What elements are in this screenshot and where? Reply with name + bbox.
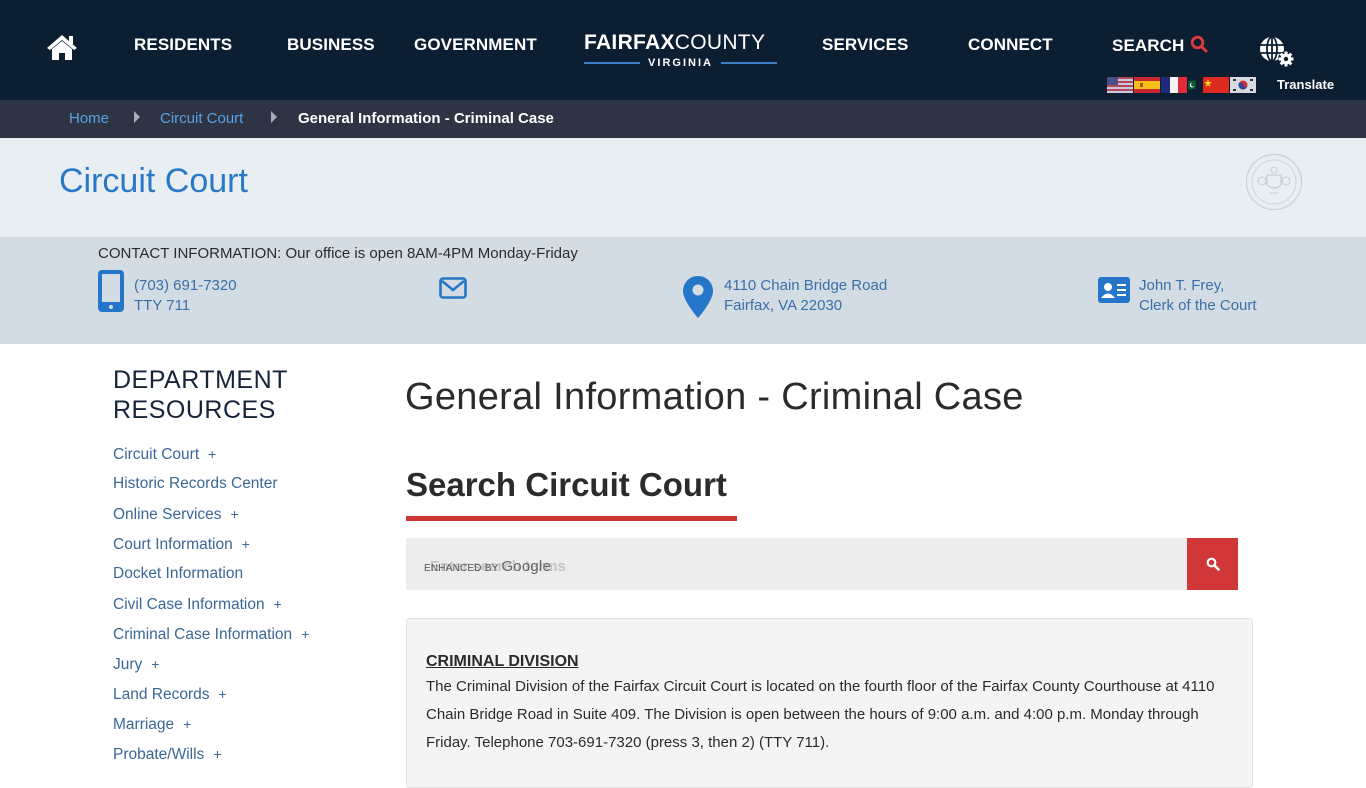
breadcrumb: Home Circuit Court General Information -…	[0, 100, 1366, 138]
sidebar-item-jury[interactable]: Jury +	[113, 653, 309, 683]
search-icon	[1206, 557, 1220, 571]
expand-icon[interactable]: +	[151, 656, 159, 672]
address-line2[interactable]: Fairfax, VA 22030	[724, 296, 887, 316]
flag-china-icon[interactable]	[1203, 77, 1229, 93]
flag-spain-icon[interactable]	[1134, 77, 1160, 93]
envelope-icon[interactable]	[439, 277, 467, 299]
sidebar-item-civil-case[interactable]: Civil Case Information +	[113, 593, 309, 623]
search-icon	[1191, 35, 1208, 53]
mobile-phone-icon	[98, 270, 124, 312]
sidebar-title-line1: DEPARTMENT	[113, 366, 288, 394]
nav-search[interactable]: SEARCH	[1112, 35, 1208, 56]
phone-link[interactable]: (703) 691-7320 TTY 711	[134, 276, 237, 316]
contact-information: CONTACT INFORMATION: Our office is open …	[0, 237, 1366, 344]
globe-gear-icon[interactable]	[1259, 36, 1295, 68]
top-navigation: RESIDENTS BUSINESS GOVERNMENT FAIRFAXCOU…	[0, 0, 1366, 100]
section-title-underline	[406, 516, 737, 521]
nav-business[interactable]: BUSINESS	[287, 35, 375, 55]
language-flags	[1107, 77, 1256, 93]
sidebar-menu: Circuit Court + Historic Records Center O…	[113, 443, 309, 773]
clerk-link[interactable]: John T. Frey, Clerk of the Court	[1139, 276, 1257, 316]
sidebar-item-label[interactable]: Historic Records Center	[113, 475, 278, 492]
logo-divider	[720, 62, 777, 64]
criminal-division-heading: CRIMINAL DIVISION	[426, 653, 579, 670]
phone-tty[interactable]: TTY 711	[134, 296, 237, 316]
page-title: General Information - Criminal Case	[405, 376, 1024, 418]
department-banner: Circuit Court	[0, 138, 1366, 237]
sidebar-item-land-records[interactable]: Land Records +	[113, 683, 309, 713]
sidebar-item-label[interactable]: Civil Case Information	[113, 596, 265, 613]
address-link[interactable]: 4110 Chain Bridge Road Fairfax, VA 22030	[724, 276, 887, 316]
logo-divider	[584, 62, 641, 64]
sidebar-item-label[interactable]: Circuit Court	[113, 446, 199, 463]
county-seal-icon	[1245, 153, 1303, 211]
sidebar-item-label[interactable]: Criminal Case Information	[113, 626, 292, 643]
clerk-title[interactable]: Clerk of the Court	[1139, 296, 1257, 316]
sidebar-item-label[interactable]: Court Information	[113, 536, 233, 553]
breadcrumb-circuit-court[interactable]: Circuit Court	[160, 110, 243, 127]
expand-icon[interactable]: +	[208, 446, 216, 462]
breadcrumb-home[interactable]: Home	[69, 110, 109, 127]
flag-france-icon[interactable]	[1161, 77, 1187, 93]
sidebar-item-label[interactable]: Online Services	[113, 506, 222, 523]
expand-icon[interactable]: +	[242, 536, 250, 552]
sidebar-item-probate-wills[interactable]: Probate/Wills +	[113, 743, 309, 773]
sidebar-title: DEPARTMENT RESOURCES	[113, 365, 288, 425]
sidebar-item-marriage[interactable]: Marriage +	[113, 713, 309, 743]
sidebar-item-online-services[interactable]: Online Services +	[113, 503, 309, 533]
expand-icon[interactable]: +	[213, 746, 221, 762]
search-section-title: Search Circuit Court	[406, 466, 727, 503]
sidebar-item-historic-records[interactable]: Historic Records Center	[113, 473, 309, 503]
map-marker-icon	[683, 276, 713, 318]
search-input[interactable]	[406, 538, 1187, 590]
nav-government[interactable]: GOVERNMENT	[414, 35, 537, 55]
department-title[interactable]: Circuit Court	[59, 162, 248, 201]
nav-connect[interactable]: CONNECT	[968, 35, 1053, 55]
expand-icon[interactable]: +	[274, 596, 282, 612]
logo-light-text: COUNTY	[674, 31, 766, 54]
search-form: ENHANCED BYGoogle	[406, 538, 1187, 590]
expand-icon[interactable]: +	[231, 506, 239, 522]
fairfax-county-logo[interactable]: FAIRFAXCOUNTY VIRGINIA	[584, 32, 777, 72]
sidebar-item-court-information[interactable]: Court Information +	[113, 533, 309, 563]
sidebar-item-label[interactable]: Probate/Wills	[113, 746, 204, 763]
id-card-icon	[1098, 277, 1130, 303]
flag-korea-icon[interactable]	[1230, 77, 1256, 93]
expand-icon[interactable]: +	[301, 626, 309, 642]
sidebar-item-criminal-case[interactable]: Criminal Case Information +	[113, 623, 309, 653]
sidebar-item-label[interactable]: Marriage	[113, 716, 174, 733]
phone-number[interactable]: (703) 691-7320	[134, 276, 237, 296]
clerk-name[interactable]: John T. Frey,	[1139, 276, 1257, 296]
breadcrumb-separator-icon	[134, 111, 140, 123]
logo-bold-text: FAIRFAX	[584, 31, 675, 54]
address-line1[interactable]: 4110 Chain Bridge Road	[724, 276, 887, 296]
breadcrumb-current: General Information - Criminal Case	[298, 110, 554, 127]
logo-subtitle: VIRGINIA	[648, 57, 713, 69]
home-icon[interactable]	[46, 33, 78, 61]
search-button[interactable]	[1187, 538, 1238, 590]
expand-icon[interactable]: +	[183, 716, 191, 732]
expand-icon[interactable]: +	[219, 686, 227, 702]
translate-link[interactable]: Translate	[1277, 77, 1334, 92]
sidebar-item-circuit-court[interactable]: Circuit Court +	[113, 443, 309, 473]
nav-services[interactable]: SERVICES	[822, 35, 908, 55]
sidebar-item-docket-information[interactable]: Docket Information	[113, 563, 309, 593]
flag-pakistan-icon[interactable]	[1188, 77, 1202, 93]
nav-residents[interactable]: RESIDENTS	[134, 35, 232, 55]
criminal-division-text: The Criminal Division of the Fairfax Cir…	[426, 678, 1215, 751]
sidebar-title-line2: RESOURCES	[113, 396, 276, 424]
nav-search-label: SEARCH	[1112, 36, 1185, 55]
flag-us-icon[interactable]	[1107, 77, 1133, 93]
criminal-division-card: CRIMINAL DIVISION The Criminal Division …	[406, 618, 1253, 788]
breadcrumb-separator-icon	[271, 111, 277, 123]
sidebar-item-label[interactable]: Jury	[113, 656, 142, 673]
sidebar-item-label[interactable]: Land Records	[113, 686, 210, 703]
contact-heading: CONTACT INFORMATION: Our office is open …	[98, 245, 578, 262]
sidebar-item-label[interactable]: Docket Information	[113, 565, 243, 582]
